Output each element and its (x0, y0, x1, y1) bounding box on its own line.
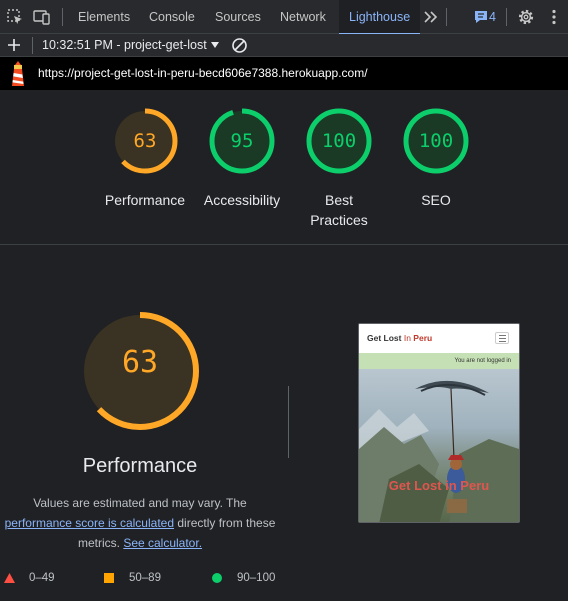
gauge-seo-score: 100 (418, 130, 454, 152)
thumb-navbar: Get Lost In Peru (359, 324, 519, 353)
inspect-element-icon[interactable] (5, 7, 25, 27)
report-url[interactable]: https://project-get-lost-in-peru-becd606… (38, 57, 368, 90)
gauge-performance-label: Performance (104, 192, 186, 208)
performance-title: Performance (82, 455, 198, 477)
thumb-brand-in: In (403, 333, 414, 343)
section-divider (0, 244, 568, 245)
gauge-seo-label: SEO (421, 192, 451, 208)
gauge-best-practices[interactable]: 100 Best Practices (289, 106, 389, 230)
red-triangle-icon (4, 573, 15, 583)
url-bar: https://project-get-lost-in-peru-becd606… (0, 57, 568, 90)
lighthouse-logo-icon (12, 61, 24, 86)
tab-lighthouse[interactable]: Lighthouse (339, 0, 421, 35)
hamburger-menu-icon (495, 332, 509, 344)
tab-console[interactable]: Console (139, 0, 205, 34)
more-options-icon[interactable] (544, 7, 564, 27)
chevron-down-icon (210, 42, 219, 48)
orange-square-icon (104, 573, 114, 583)
more-tabs-icon[interactable] (421, 7, 441, 27)
performance-big-score: 63 (121, 345, 159, 380)
gauge-best-practices-label: Best Practices (310, 192, 368, 228)
performance-description: Values are estimated and may vary. The p… (0, 493, 280, 553)
legend-fail-range: 0–49 (29, 572, 55, 584)
thumb-brand-get: Get Lost (367, 333, 404, 343)
thumb-brand: Get Lost In Peru (367, 333, 432, 343)
gauge-performance-score: 63 (133, 130, 157, 152)
settings-gear-icon[interactable] (516, 7, 536, 27)
new-report-plus-icon[interactable] (5, 36, 23, 54)
gauge-accessibility-label: Accessibility (203, 192, 281, 208)
issues-count[interactable]: 4 (489, 10, 496, 24)
thumb-hero-image: Get Lost in Peru (359, 369, 519, 522)
gauge-best-practices-score: 100 (321, 130, 357, 152)
legend-average-range: 50–89 (129, 572, 161, 584)
gauge-seo[interactable]: 100 SEO (386, 106, 486, 210)
performance-score-link[interactable]: performance score is calculated (5, 516, 174, 530)
report-selector-label: 10:32:51 PM - project-get-lost (42, 38, 207, 52)
devtools-tabbar: Elements Console Sources Network Lightho… (0, 0, 568, 35)
report-selector[interactable]: 10:32:51 PM - project-get-lost (42, 34, 219, 57)
hero-scenery (359, 380, 519, 522)
device-toolbar-icon[interactable] (32, 7, 52, 27)
see-calculator-link[interactable]: See calculator. (123, 536, 202, 550)
thumb-hero-title: Get Lost in Peru (388, 478, 490, 493)
gauge-performance[interactable]: 63 Performance (95, 106, 195, 210)
tab-elements[interactable]: Elements (68, 0, 140, 34)
gauge-accessibility[interactable]: 95 Accessibility (192, 106, 292, 210)
tab-sources[interactable]: Sources (205, 0, 271, 34)
legend-pass-range: 90–100 (237, 572, 276, 584)
description-prefix: Values are estimated and may vary. The (33, 496, 247, 510)
clear-reports-icon[interactable] (231, 37, 248, 54)
thumb-login-status: You are not logged in (359, 353, 519, 369)
lighthouse-toolbar: 10:32:51 PM - project-get-lost (0, 34, 568, 57)
vertical-divider (288, 386, 289, 458)
thumb-brand-peru: Peru (413, 333, 433, 343)
page-screenshot-thumbnail[interactable]: Get Lost In Peru You are not logged in G… (358, 323, 520, 523)
score-legend: 0–49 50–89 90–100 (0, 569, 568, 587)
tab-network[interactable]: Network (270, 0, 336, 34)
green-circle-icon (212, 573, 222, 583)
gauge-accessibility-score: 95 (230, 130, 254, 152)
